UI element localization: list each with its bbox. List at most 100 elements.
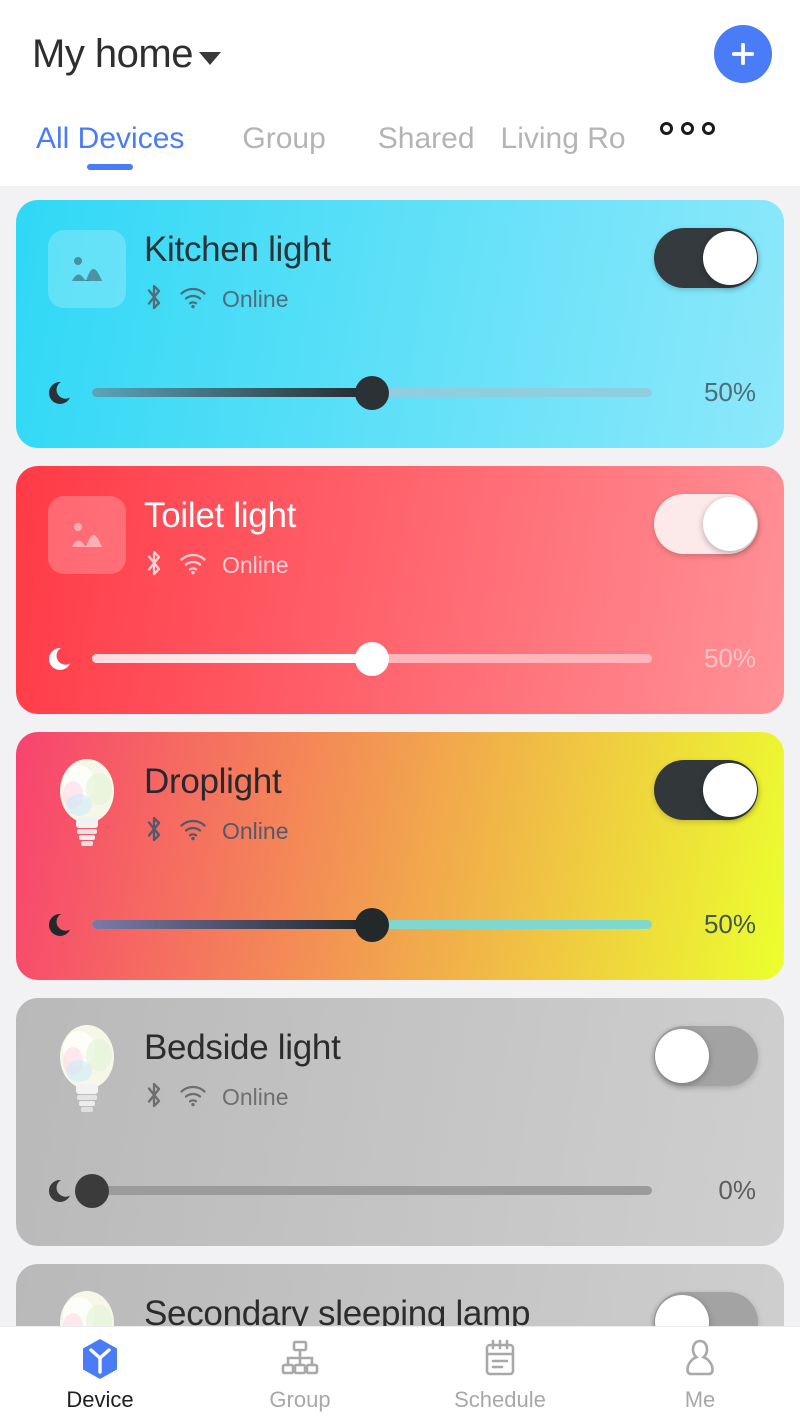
- wifi-icon: [180, 287, 206, 309]
- tab-shared[interactable]: Shared: [378, 122, 475, 170]
- tab-living-room[interactable]: Living Ro: [501, 122, 626, 170]
- brightness-slider-row: 50%: [48, 375, 756, 410]
- brightness-slider[interactable]: [92, 641, 652, 676]
- add-device-button[interactable]: [714, 25, 772, 83]
- tab-group[interactable]: Group: [242, 122, 325, 170]
- bluetooth-icon-wrap: [144, 283, 164, 316]
- brightness-slider[interactable]: [92, 375, 652, 410]
- nav-item-device[interactable]: Device: [0, 1337, 200, 1413]
- slider-knob[interactable]: [355, 907, 389, 942]
- power-toggle[interactable]: [654, 760, 758, 820]
- bluetooth-icon-wrap: [144, 549, 164, 582]
- app-header: My home: [0, 0, 800, 108]
- brightness-value: 50%: [703, 377, 756, 407]
- status-badge: Online: [222, 1084, 289, 1110]
- device-thumbnail: [48, 759, 126, 846]
- device-name: Bedside light: [144, 1028, 341, 1067]
- cube-icon: [83, 1338, 117, 1379]
- power-toggle[interactable]: [654, 494, 758, 554]
- wifi-icon: [180, 1085, 206, 1107]
- toggle-knob: [655, 1295, 709, 1326]
- slider-knob[interactable]: [75, 1173, 109, 1208]
- bluetooth-icon: [147, 816, 161, 842]
- light-bulb-icon: [60, 1025, 114, 1112]
- hierarchy-icon: [281, 1340, 319, 1374]
- wifi-icon-wrap: [178, 1083, 208, 1112]
- slider-knob[interactable]: [355, 375, 389, 410]
- device-name: Toilet light: [144, 496, 297, 535]
- brightness-slider[interactable]: [75, 1173, 652, 1208]
- person-icon: [686, 1339, 714, 1375]
- device-name: Secondary sleeping lamp: [144, 1294, 531, 1326]
- power-toggle[interactable]: [654, 1026, 758, 1086]
- device-card[interactable]: Bedside light Online 0%: [16, 998, 784, 1246]
- tab-all-devices[interactable]: All Devices: [36, 122, 184, 170]
- status-badge: Online: [222, 818, 289, 844]
- device-info: Toilet light Online: [144, 496, 296, 582]
- more-horizontal-icon[interactable]: [659, 122, 715, 149]
- toggle-knob: [703, 763, 757, 817]
- dot-1: [659, 122, 673, 135]
- device-status-row: Online: [144, 1081, 341, 1114]
- image-placeholder-icon: [72, 257, 102, 281]
- dot-3: [701, 122, 715, 135]
- moon-icon: [48, 1179, 70, 1202]
- plus-icon: [732, 43, 754, 65]
- toggle-knob: [703, 231, 757, 285]
- nav-item-schedule[interactable]: Schedule: [400, 1337, 600, 1413]
- brightness-value: 50%: [703, 643, 756, 673]
- status-badge: Online: [222, 286, 289, 312]
- device-status-row: Online: [144, 549, 296, 582]
- home-selector[interactable]: My home: [32, 32, 221, 77]
- moon-icon-wrap: [48, 1176, 78, 1206]
- device-info: Droplight Online: [144, 762, 288, 848]
- brightness-value: 50%: [703, 909, 756, 939]
- bluetooth-icon: [147, 550, 161, 576]
- slider-track-fill: [92, 388, 372, 397]
- chevron-down-icon: [199, 52, 221, 65]
- tab-bar: All Devices Group Shared Living Ro: [0, 108, 800, 186]
- nav-label-me: Me: [684, 1386, 716, 1412]
- device-thumbnail: [48, 496, 126, 574]
- brightness-slider-row: 50%: [48, 907, 756, 942]
- smart-home-app: My home All Devices Group Shared Living …: [0, 0, 800, 1422]
- device-card[interactable]: Kitchen light Online 50%: [16, 200, 784, 448]
- bottom-navigation: Device Group Schedule Me: [0, 1326, 800, 1422]
- device-info: Kitchen light Online: [144, 230, 331, 316]
- moon-icon: [48, 647, 70, 670]
- slider-track-fill: [92, 920, 372, 929]
- wifi-icon-wrap: [178, 285, 208, 314]
- status-badge: Online: [222, 552, 289, 578]
- nav-item-me[interactable]: Me: [600, 1337, 800, 1413]
- slider-track-rest: [92, 1186, 652, 1195]
- device-info: Secondary sleeping lamp Online: [144, 1294, 530, 1326]
- dot-2: [680, 122, 694, 135]
- moon-icon-wrap: [48, 378, 78, 408]
- device-status-row: Online: [144, 815, 288, 848]
- brightness-value: 0%: [718, 1175, 756, 1205]
- slider-track-fill: [92, 654, 372, 663]
- device-card[interactable]: Secondary sleeping lamp Online: [16, 1264, 784, 1326]
- wifi-icon: [180, 553, 206, 575]
- device-card[interactable]: Toilet light Online 50%: [16, 466, 784, 714]
- nav-item-group[interactable]: Group: [200, 1337, 400, 1413]
- moon-icon-wrap: [48, 910, 78, 940]
- bluetooth-icon-wrap: [144, 1081, 164, 1114]
- brightness-slider-row: 50%: [48, 641, 756, 676]
- device-card[interactable]: Droplight Online 50%: [16, 732, 784, 980]
- slider-knob[interactable]: [355, 641, 389, 676]
- power-toggle[interactable]: [654, 228, 758, 288]
- device-thumbnail: [48, 1025, 126, 1112]
- light-bulb-icon: [60, 1291, 114, 1326]
- toggle-knob: [703, 497, 757, 551]
- wifi-icon-wrap: [178, 817, 208, 846]
- light-bulb-icon: [60, 759, 114, 846]
- device-list[interactable]: Kitchen light Online 50% Toilet light On…: [0, 186, 800, 1326]
- device-name: Kitchen light: [144, 230, 331, 269]
- brightness-slider[interactable]: [92, 907, 652, 942]
- wifi-icon: [180, 819, 206, 841]
- power-toggle[interactable]: [654, 1292, 758, 1326]
- device-thumbnail: [48, 1291, 126, 1326]
- page-title: My home: [32, 31, 194, 76]
- wifi-icon-wrap: [178, 551, 208, 580]
